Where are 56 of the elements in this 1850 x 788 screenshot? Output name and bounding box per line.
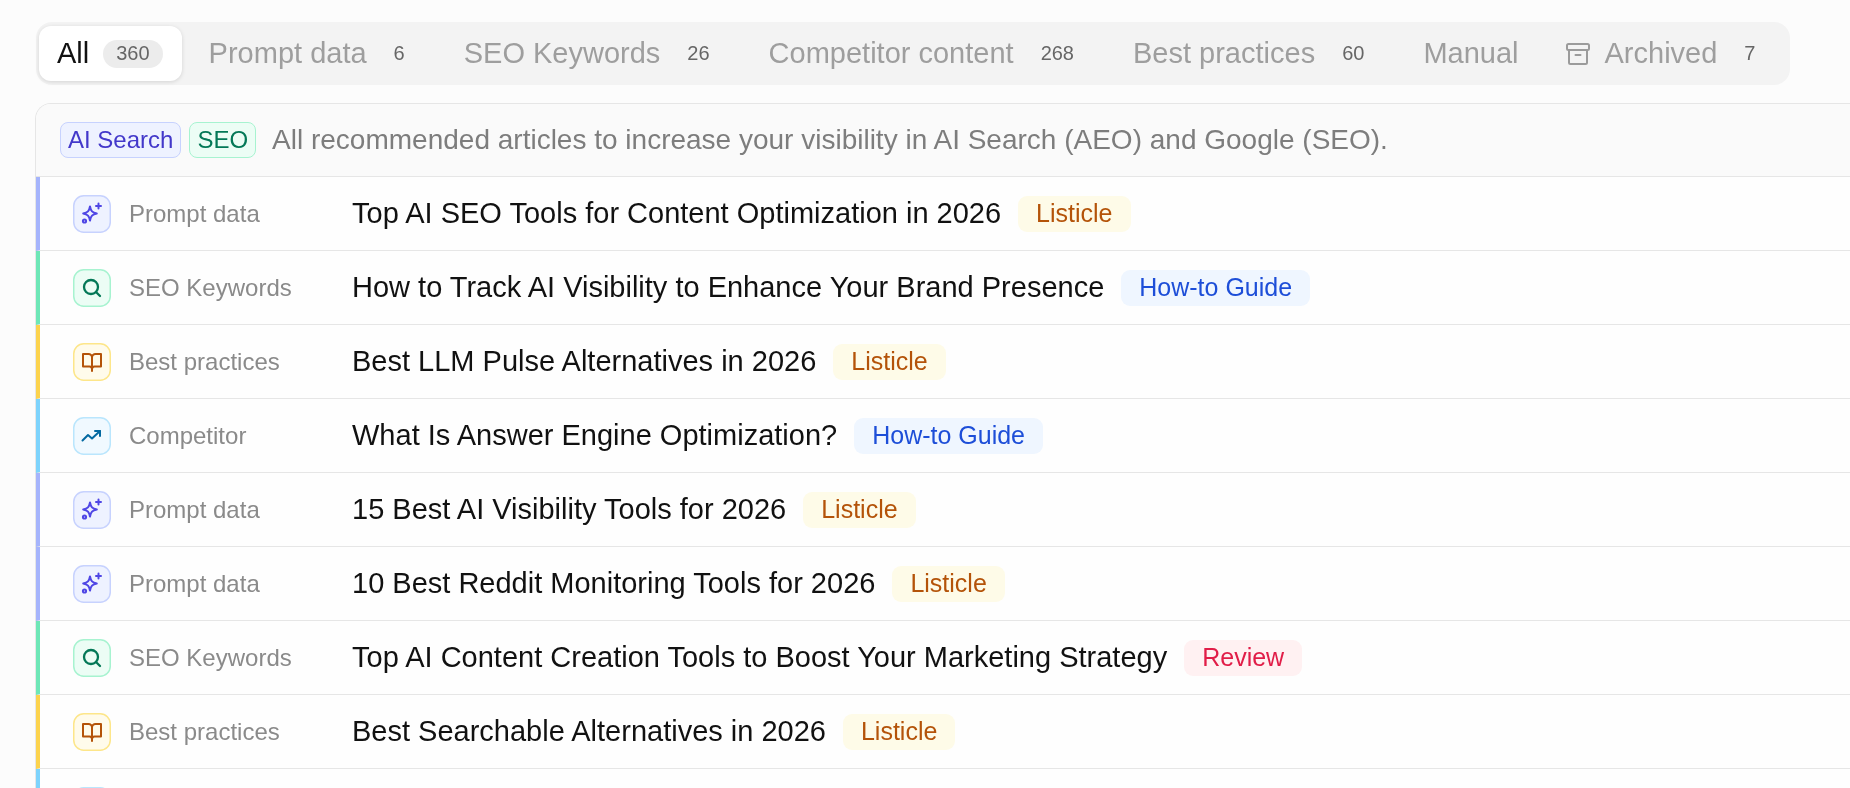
- book-icon: [73, 342, 111, 381]
- archive-tab[interactable]: Archived 7: [1546, 26, 1788, 81]
- article-row[interactable]: Competitor What Is Answer Engine Optimization? How-to Guide: [36, 399, 1850, 473]
- article-row[interactable]: SEO Keywords How to Track AI Visibility to Enhance Your Brand Presence How-to Guide: [36, 251, 1850, 325]
- article-row[interactable]: Best practices Best LLM Pulse Alternatives in 2026 Listicle: [36, 325, 1850, 399]
- format-badge: Listicle: [833, 343, 946, 380]
- source-label: Best practices: [129, 347, 281, 376]
- count-label: 6: [392, 41, 406, 66]
- search-icon: [73, 268, 111, 307]
- format-badge: Listicle: [803, 491, 916, 528]
- source-label: Prompt data: [129, 495, 261, 524]
- tag-badge: AI Search: [60, 122, 182, 158]
- article-title: What Is Answer Engine Optimization?: [352, 419, 838, 452]
- source-label: SEO Keywords: [129, 273, 293, 302]
- article-row[interactable]: Prompt data 15 Best AI Visibility Tools for 2026 Listicle: [36, 473, 1850, 547]
- filter-tab[interactable]: All 360: [39, 26, 182, 81]
- format-badge: Listicle: [892, 565, 1005, 602]
- filter-tab[interactable]: Best practices 60: [1115, 26, 1397, 81]
- article-row[interactable]: Prompt data Top AI SEO Tools for Content Optimization in 2026 Listicle: [36, 177, 1850, 251]
- article-title: Best LLM Pulse Alternatives in 2026: [352, 345, 817, 378]
- archive-box-icon: [1564, 40, 1591, 67]
- article-title: Top AI SEO Tools for Content Optimization in 2026: [352, 197, 1002, 230]
- format-badge: Listicle: [1018, 195, 1131, 232]
- source-label: Competitor: [129, 421, 248, 450]
- source-label: Prompt data: [129, 199, 261, 228]
- format-badge: How-to Guide: [854, 417, 1044, 454]
- article-row[interactable]: SEO Keywords Top AI Content Creation Tools to Boost Your Marketing Strategy Review: [36, 621, 1850, 695]
- article-row[interactable]: Prompt data 10 Best Reddit Monitoring Tools for 2026 Listicle: [36, 547, 1850, 621]
- filter-tab[interactable]: Competitor content 268: [750, 26, 1106, 81]
- count-label: 7: [1743, 41, 1757, 66]
- trend-up-icon: [73, 416, 111, 455]
- filter-tab[interactable]: Prompt data 6: [190, 26, 437, 81]
- article-row[interactable]: Best practices Best Searchable Alternatives in 2026 Listicle: [36, 695, 1850, 769]
- article-title: How to Track AI Visibility to Enhance Your Brand Presence: [352, 271, 1105, 304]
- count-label: 60: [1341, 41, 1366, 66]
- source-label: Best practices: [129, 717, 281, 746]
- format-badge: Listicle: [842, 713, 956, 750]
- filter-tab[interactable]: SEO Keywords 26: [445, 26, 742, 81]
- article-title: Best Searchable Alternatives in 2026: [352, 715, 826, 748]
- format-badge: How-to Guide: [1121, 269, 1311, 306]
- article-title: Top AI Content Creation Tools to Boost Your Marketing Strategy: [352, 641, 1168, 674]
- sparkle-icon: [73, 194, 111, 233]
- description-text: All recommended articles to increase your visibility in AI Search (AEO) and Google (SEO).: [272, 124, 1388, 156]
- sparkle-icon: [73, 564, 111, 603]
- format-badge: Review: [1184, 639, 1303, 676]
- source-label: SEO Keywords: [129, 643, 293, 672]
- tag-badge: SEO: [189, 122, 257, 158]
- count-label: 268: [1039, 41, 1075, 66]
- search-icon: [73, 638, 111, 677]
- sparkle-icon: [73, 490, 111, 529]
- article-title: 15 Best AI Visibility Tools for 2026: [352, 493, 787, 526]
- count-label: 26: [686, 41, 711, 66]
- book-icon: [73, 712, 111, 751]
- count-badge: 360: [103, 39, 163, 68]
- article-title: 10 Best Reddit Monitoring Tools for 2026: [352, 567, 876, 600]
- source-label: Prompt data: [129, 569, 261, 598]
